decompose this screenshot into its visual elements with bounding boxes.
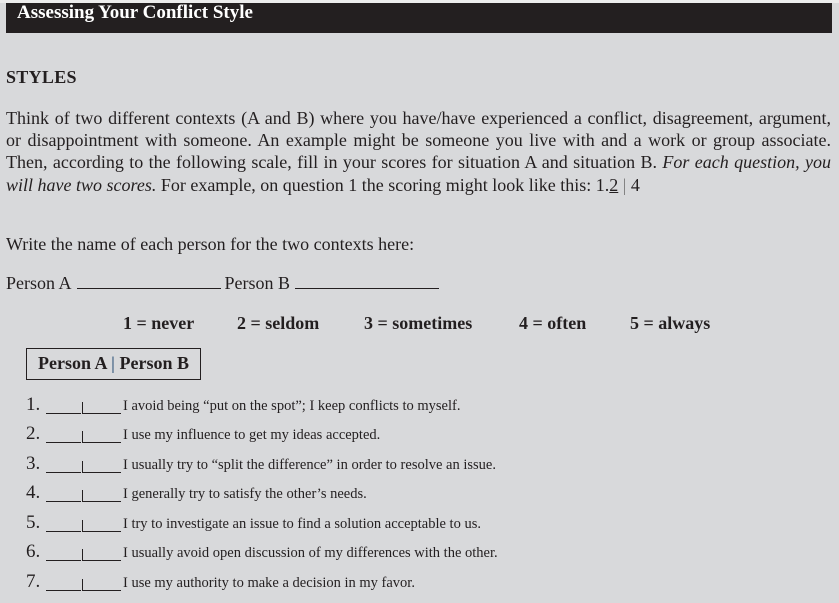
score-b-field[interactable] xyxy=(83,501,121,502)
scale-item-seldom: 2 = seldom xyxy=(237,313,320,333)
score-a-field[interactable] xyxy=(46,472,81,473)
intro-paragraph: Think of two different contexts (A and B… xyxy=(6,107,831,196)
score-a-field[interactable] xyxy=(46,590,81,591)
question-text: I avoid being “put on the spot”; I keep … xyxy=(123,398,461,414)
example-prefix: 1. xyxy=(595,174,610,195)
question-number: 1. xyxy=(26,394,41,415)
example-score: 1.2 | 4 xyxy=(596,175,640,195)
score-b-field[interactable] xyxy=(83,442,121,443)
person-a-label: Person A xyxy=(6,273,72,293)
question-number: 5. xyxy=(26,512,41,533)
person-names-line: Person A Person B xyxy=(6,271,443,294)
question-number: 6. xyxy=(26,541,41,562)
question-text: I usually try to “split the difference” … xyxy=(123,457,496,473)
title-bar: Assessing Your Conflict Style xyxy=(6,3,832,33)
document-title: Assessing Your Conflict Style xyxy=(17,2,253,23)
example-score-b: 4 xyxy=(630,174,640,195)
column-header-person-a: Person A xyxy=(38,353,107,373)
example-separator: | xyxy=(622,174,627,195)
question-text: I usually avoid open discussion of my di… xyxy=(123,545,498,561)
example-score-a: 2 xyxy=(609,174,619,195)
question-number: 2. xyxy=(26,423,41,444)
column-header-box: Person A | Person B xyxy=(26,348,201,380)
person-a-name-field[interactable] xyxy=(76,271,221,289)
score-a-field[interactable] xyxy=(46,560,81,561)
question-number: 3. xyxy=(26,453,41,474)
scale-item-always: 5 = always xyxy=(630,313,711,333)
scale-item-never: 1 = never xyxy=(123,313,195,333)
question-number: 7. xyxy=(26,571,41,592)
score-a-field[interactable] xyxy=(46,531,81,532)
question-text: I generally try to satisfy the other’s n… xyxy=(123,486,367,502)
score-b-field[interactable] xyxy=(83,560,121,561)
question-number: 4. xyxy=(26,482,41,503)
question-text: I try to investigate an issue to find a … xyxy=(123,516,481,532)
person-b-label: Person B xyxy=(224,273,291,293)
score-b-field[interactable] xyxy=(83,472,121,473)
score-a-field[interactable] xyxy=(46,442,81,443)
scale-item-often: 4 = often xyxy=(519,313,587,333)
score-a-field[interactable] xyxy=(46,413,81,414)
write-names-prompt: Write the name of each person for the tw… xyxy=(6,234,415,254)
section-heading: STYLES xyxy=(6,67,77,87)
question-text: I use my influence to get my ideas accep… xyxy=(123,427,381,443)
question-text: I use my authority to make a decision in… xyxy=(123,575,415,591)
score-a-field[interactable] xyxy=(46,501,81,502)
score-b-field[interactable] xyxy=(83,413,121,414)
person-b-name-field[interactable] xyxy=(295,271,440,289)
column-header-separator: | xyxy=(111,353,115,373)
score-b-field[interactable] xyxy=(83,531,121,532)
scale-item-sometimes: 3 = sometimes xyxy=(364,313,473,333)
score-b-field[interactable] xyxy=(83,590,121,591)
column-header-person-b: Person B xyxy=(119,353,189,373)
intro-text-2: For example, on question 1 the scoring m… xyxy=(156,174,596,195)
